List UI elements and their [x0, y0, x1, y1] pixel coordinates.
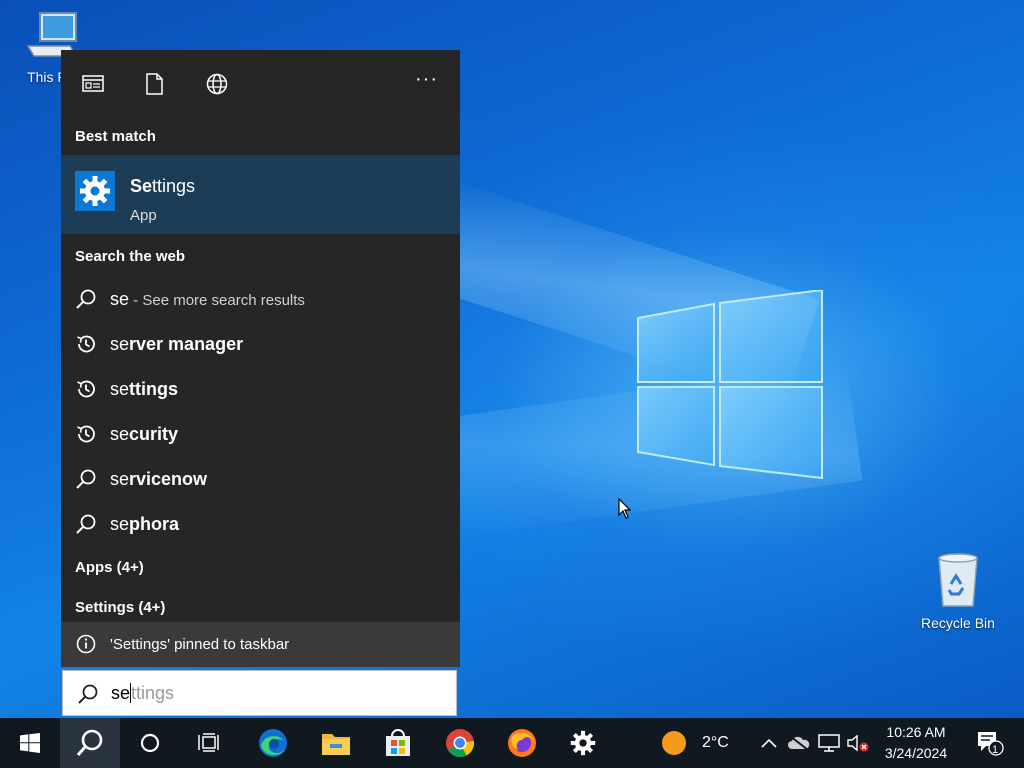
taskbar-search-button[interactable] — [60, 718, 120, 768]
weather-widget[interactable]: 2°C — [660, 718, 740, 768]
edge-browser-icon — [259, 729, 287, 757]
settings-app-tile — [75, 171, 115, 211]
search-suggestion-text: ttings — [131, 683, 175, 703]
documents-filter-icon[interactable] — [142, 72, 166, 96]
windows-start-icon — [20, 733, 40, 753]
web-result-see-more[interactable]: se - See more search results — [61, 277, 460, 322]
result-rest: rvicenow — [129, 469, 208, 489]
more-options-button[interactable]: ··· — [415, 68, 438, 91]
best-match-subtitle: App — [130, 207, 157, 224]
history-icon — [77, 335, 95, 353]
chrome-icon — [446, 729, 475, 758]
volume-button[interactable] — [845, 718, 871, 768]
web-result-sephora[interactable]: sephora — [61, 502, 460, 547]
action-center-button[interactable]: 1 — [966, 718, 1014, 768]
chevron-up-icon — [761, 738, 777, 748]
best-match-settings-app[interactable]: Settings App — [61, 155, 460, 234]
apps-header[interactable]: Apps (4+) — [75, 559, 144, 576]
result-rest: curity — [129, 424, 179, 444]
best-match-title: Settings — [130, 176, 195, 197]
clock-date: 3/24/2024 — [884, 745, 948, 761]
result-rest: phora — [129, 514, 180, 534]
task-view-icon — [198, 733, 219, 752]
search-icon — [76, 469, 96, 489]
search-icon — [78, 684, 98, 704]
search-icon — [76, 514, 96, 534]
best-match-title-match: Se — [130, 176, 153, 196]
web-result-security[interactable]: security — [61, 412, 460, 457]
result-prefix: se — [110, 469, 130, 489]
search-icon — [76, 729, 103, 756]
gear-icon — [570, 730, 596, 756]
taskbar: 2°C 10:26 AM 3/24/2024 1 — [0, 718, 1024, 768]
search-icon — [76, 289, 96, 309]
cloud-offline-icon — [788, 735, 810, 751]
web-result-servicenow[interactable]: servicenow — [61, 457, 460, 502]
clock-time: 10:26 AM — [886, 724, 946, 740]
taskbar-settings[interactable] — [553, 718, 613, 768]
onedrive-button[interactable] — [786, 718, 812, 768]
start-search-panel: ··· Best match Settings App Search the w… — [61, 50, 460, 667]
taskbar-chrome[interactable] — [430, 718, 490, 768]
windows-wallpaper-logo — [637, 290, 823, 480]
volume-muted-icon — [847, 734, 869, 752]
cortana-icon — [140, 733, 160, 753]
desktop-icon-recycle-bin[interactable]: Recycle Bin — [918, 552, 998, 631]
folder-icon — [322, 734, 350, 755]
taskbar-microsoft-store[interactable] — [368, 718, 428, 768]
start-button[interactable] — [0, 718, 60, 768]
weather-temperature: 2°C — [702, 734, 729, 751]
search-typed-text: se — [111, 683, 131, 703]
search-input[interactable]: settings — [62, 670, 457, 716]
desktop-icon-label: Recycle Bin — [921, 615, 995, 631]
gear-icon — [80, 176, 110, 206]
result-prefix: se — [110, 289, 130, 309]
taskbar-edge[interactable] — [243, 718, 303, 768]
settings-header[interactable]: Settings (4+) — [75, 599, 165, 616]
history-icon — [77, 380, 95, 398]
best-match-header: Best match — [75, 128, 156, 145]
result-prefix: se — [110, 424, 130, 444]
store-icon — [386, 729, 410, 756]
pinned-notice: 'Settings' pinned to taskbar — [61, 622, 460, 667]
clock[interactable]: 10:26 AM 3/24/2024 — [870, 722, 962, 764]
search-web-header: Search the web — [75, 248, 186, 265]
pinned-notice-text: 'Settings' pinned to taskbar — [110, 636, 290, 653]
taskbar-firefox[interactable] — [492, 718, 552, 768]
result-prefix: se — [110, 334, 130, 354]
apps-filter-icon[interactable] — [81, 72, 105, 96]
web-filter-icon[interactable] — [205, 72, 229, 96]
cortana-button[interactable] — [120, 718, 180, 768]
info-icon — [76, 634, 96, 654]
result-more-text: - See more search results — [129, 292, 305, 309]
result-rest: rver manager — [129, 334, 244, 354]
filter-bar: ··· — [61, 50, 460, 116]
notification-badge: 1 — [991, 744, 999, 756]
taskbar-file-explorer[interactable] — [306, 718, 366, 768]
sun-icon — [662, 731, 686, 755]
result-prefix: se — [110, 514, 130, 534]
mouse-cursor-icon — [618, 498, 632, 519]
web-result-settings[interactable]: settings — [61, 367, 460, 412]
task-view-button[interactable] — [180, 718, 240, 768]
firefox-icon — [508, 729, 536, 757]
recycle-bin-icon — [938, 553, 978, 607]
network-icon — [818, 734, 840, 752]
best-match-title-rest: ttings — [152, 176, 196, 196]
web-result-server-manager[interactable]: server manager — [61, 322, 460, 367]
result-prefix: se — [110, 379, 130, 399]
history-icon — [77, 425, 95, 443]
result-rest: ttings — [129, 379, 179, 399]
show-hidden-icons-button[interactable] — [756, 718, 782, 768]
network-button[interactable] — [816, 718, 842, 768]
